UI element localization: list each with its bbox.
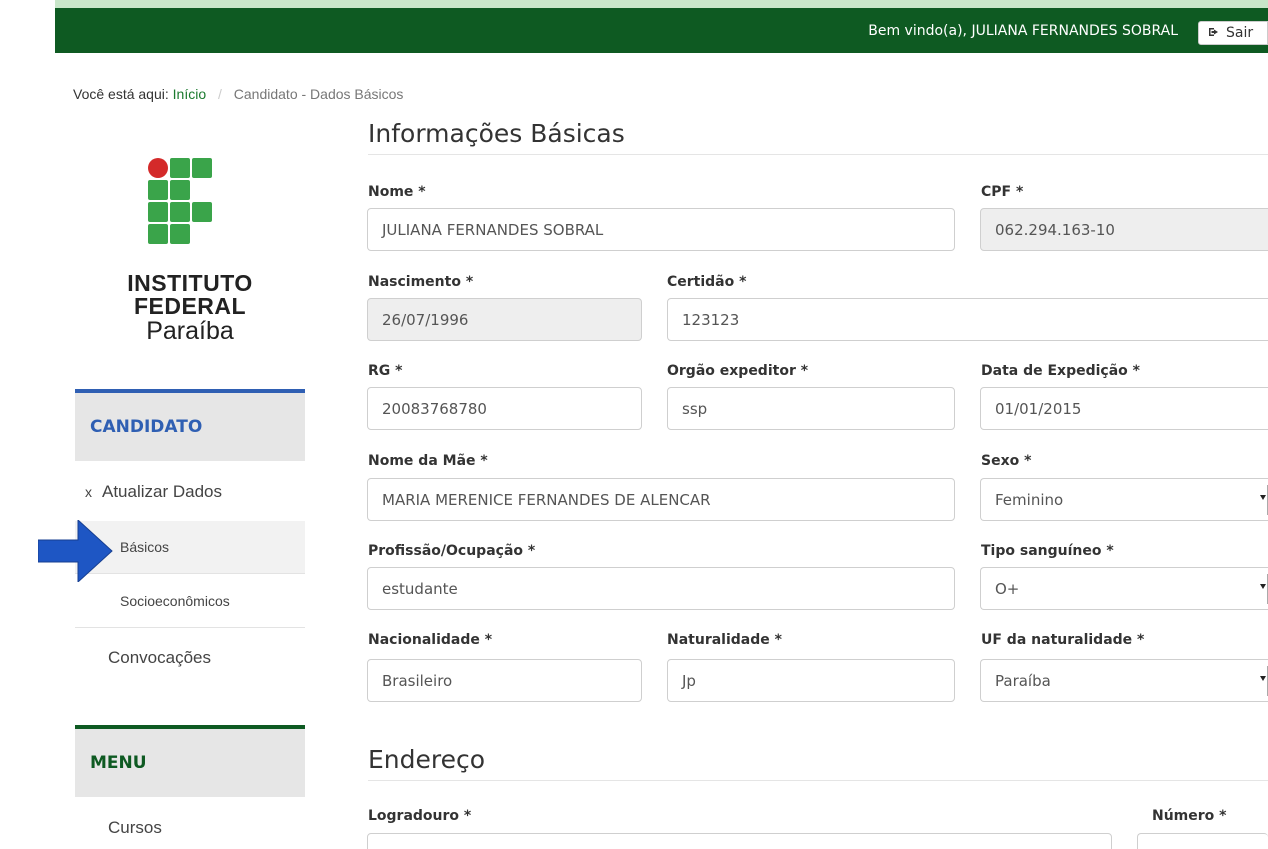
label-nome: Nome * [368, 184, 426, 200]
select-tipo-sanguineo[interactable]: O+ [980, 567, 1268, 610]
breadcrumb: Você está aqui: Início / Candidato - Dad… [73, 86, 403, 102]
top-strip [0, 0, 1268, 8]
input-data-expedicao[interactable]: 01/01/2015 [980, 387, 1268, 430]
input-rg[interactable]: 20083768780 [367, 387, 642, 430]
logout-label: Sair [1226, 25, 1254, 41]
logo-line-2: FEDERAL [133, 293, 247, 319]
label-tipo-sanguineo: Tipo sanguíneo * [981, 543, 1114, 559]
caret-down-icon [1260, 676, 1266, 681]
sidebar-item-courses[interactable]: Cursos [75, 812, 305, 844]
label-cpf: CPF * [981, 184, 1024, 200]
logo-text: INSTITUTO FEDERAL Paraíba [95, 270, 285, 345]
sidebar-item-calls[interactable]: Convocações [75, 640, 305, 676]
select-value: Feminino [995, 490, 1064, 509]
left-gutter [0, 0, 55, 55]
collapse-x-icon: x [85, 484, 92, 500]
label-nacionalidade: Nacionalidade * [368, 632, 493, 648]
input-nome-mae[interactable]: MARIA MERENICE FERNANDES DE ALENCAR [367, 478, 955, 521]
label-uf-naturalidade: UF da naturalidade * [981, 632, 1145, 648]
input-profissao[interactable]: estudante [367, 567, 955, 610]
section-title-basic: Informações Básicas [368, 119, 625, 148]
input-numero[interactable] [1137, 833, 1268, 849]
input-logradouro[interactable] [367, 833, 1112, 849]
logo-mark [148, 158, 224, 254]
section-title-address: Endereço [368, 745, 486, 774]
logo-line-1: INSTITUTO [127, 270, 253, 296]
sidebar-item-label: Atualizar Dados [102, 482, 223, 501]
section-divider [368, 154, 1268, 155]
input-nome[interactable]: JULIANA FERNANDES SOBRAL [367, 208, 955, 251]
section-divider [368, 780, 1268, 781]
top-navbar: Bem vindo(a), JULIANA FERNANDES SOBRAL S… [55, 8, 1268, 53]
sidebar-item-socioeconomic[interactable]: Socioeconômicos [75, 575, 305, 628]
sidebar-heading-candidate: CANDIDATO [75, 389, 305, 461]
sidebar-item-update-data[interactable]: x Atualizar Dados [75, 472, 305, 512]
institution-logo [148, 158, 228, 254]
select-value: O+ [995, 579, 1020, 598]
label-orgao-expeditor: Orgão expeditor * [667, 363, 809, 379]
breadcrumb-current: Candidato - Dados Básicos [233, 86, 404, 102]
input-orgao-expeditor[interactable]: ssp [667, 387, 955, 430]
input-nacionalidade[interactable]: Brasileiro [367, 659, 642, 702]
sign-out-icon [1208, 26, 1220, 41]
label-naturalidade: Naturalidade * [667, 632, 782, 648]
caret-down-icon [1260, 584, 1266, 589]
label-profissao: Profissão/Ocupação * [368, 543, 536, 559]
welcome-text: Bem vindo(a), JULIANA FERNANDES SOBRAL [868, 23, 1178, 39]
pointer-arrow-icon [38, 520, 113, 582]
label-data-expedicao: Data de Expedição * [981, 363, 1140, 379]
breadcrumb-separator: / [218, 86, 222, 102]
select-uf-naturalidade[interactable]: Paraíba [980, 659, 1268, 702]
caret-down-icon [1260, 495, 1266, 500]
select-sexo[interactable]: Feminino [980, 478, 1268, 521]
label-sexo: Sexo * [981, 453, 1032, 469]
label-rg: RG * [368, 363, 403, 379]
label-certidao: Certidão * [667, 274, 747, 290]
sidebar-heading-menu: MENU [75, 725, 305, 797]
sidebar-item-label: Convocações [108, 648, 212, 667]
sidebar-item-label: Socioeconômicos [120, 593, 230, 609]
input-certidao[interactable]: 123123 [667, 298, 1268, 341]
sidebar-item-label: Cursos [108, 818, 162, 837]
sidebar-item-label: Básicos [120, 539, 170, 555]
input-naturalidade[interactable]: Jp [667, 659, 955, 702]
label-nome-mae: Nome da Mãe * [368, 453, 488, 469]
input-cpf: 062.294.163-10 [980, 208, 1268, 251]
select-value: Paraíba [995, 671, 1051, 690]
logo-line-3: Paraíba [146, 317, 234, 345]
logout-button[interactable]: Sair [1198, 21, 1268, 45]
label-numero: Número * [1152, 808, 1227, 824]
label-nascimento: Nascimento * [368, 274, 474, 290]
input-nascimento: 26/07/1996 [367, 298, 642, 341]
label-logradouro: Logradouro * [368, 808, 472, 824]
breadcrumb-home-link[interactable]: Início [173, 86, 206, 102]
breadcrumb-prefix: Você está aqui: [73, 86, 169, 102]
